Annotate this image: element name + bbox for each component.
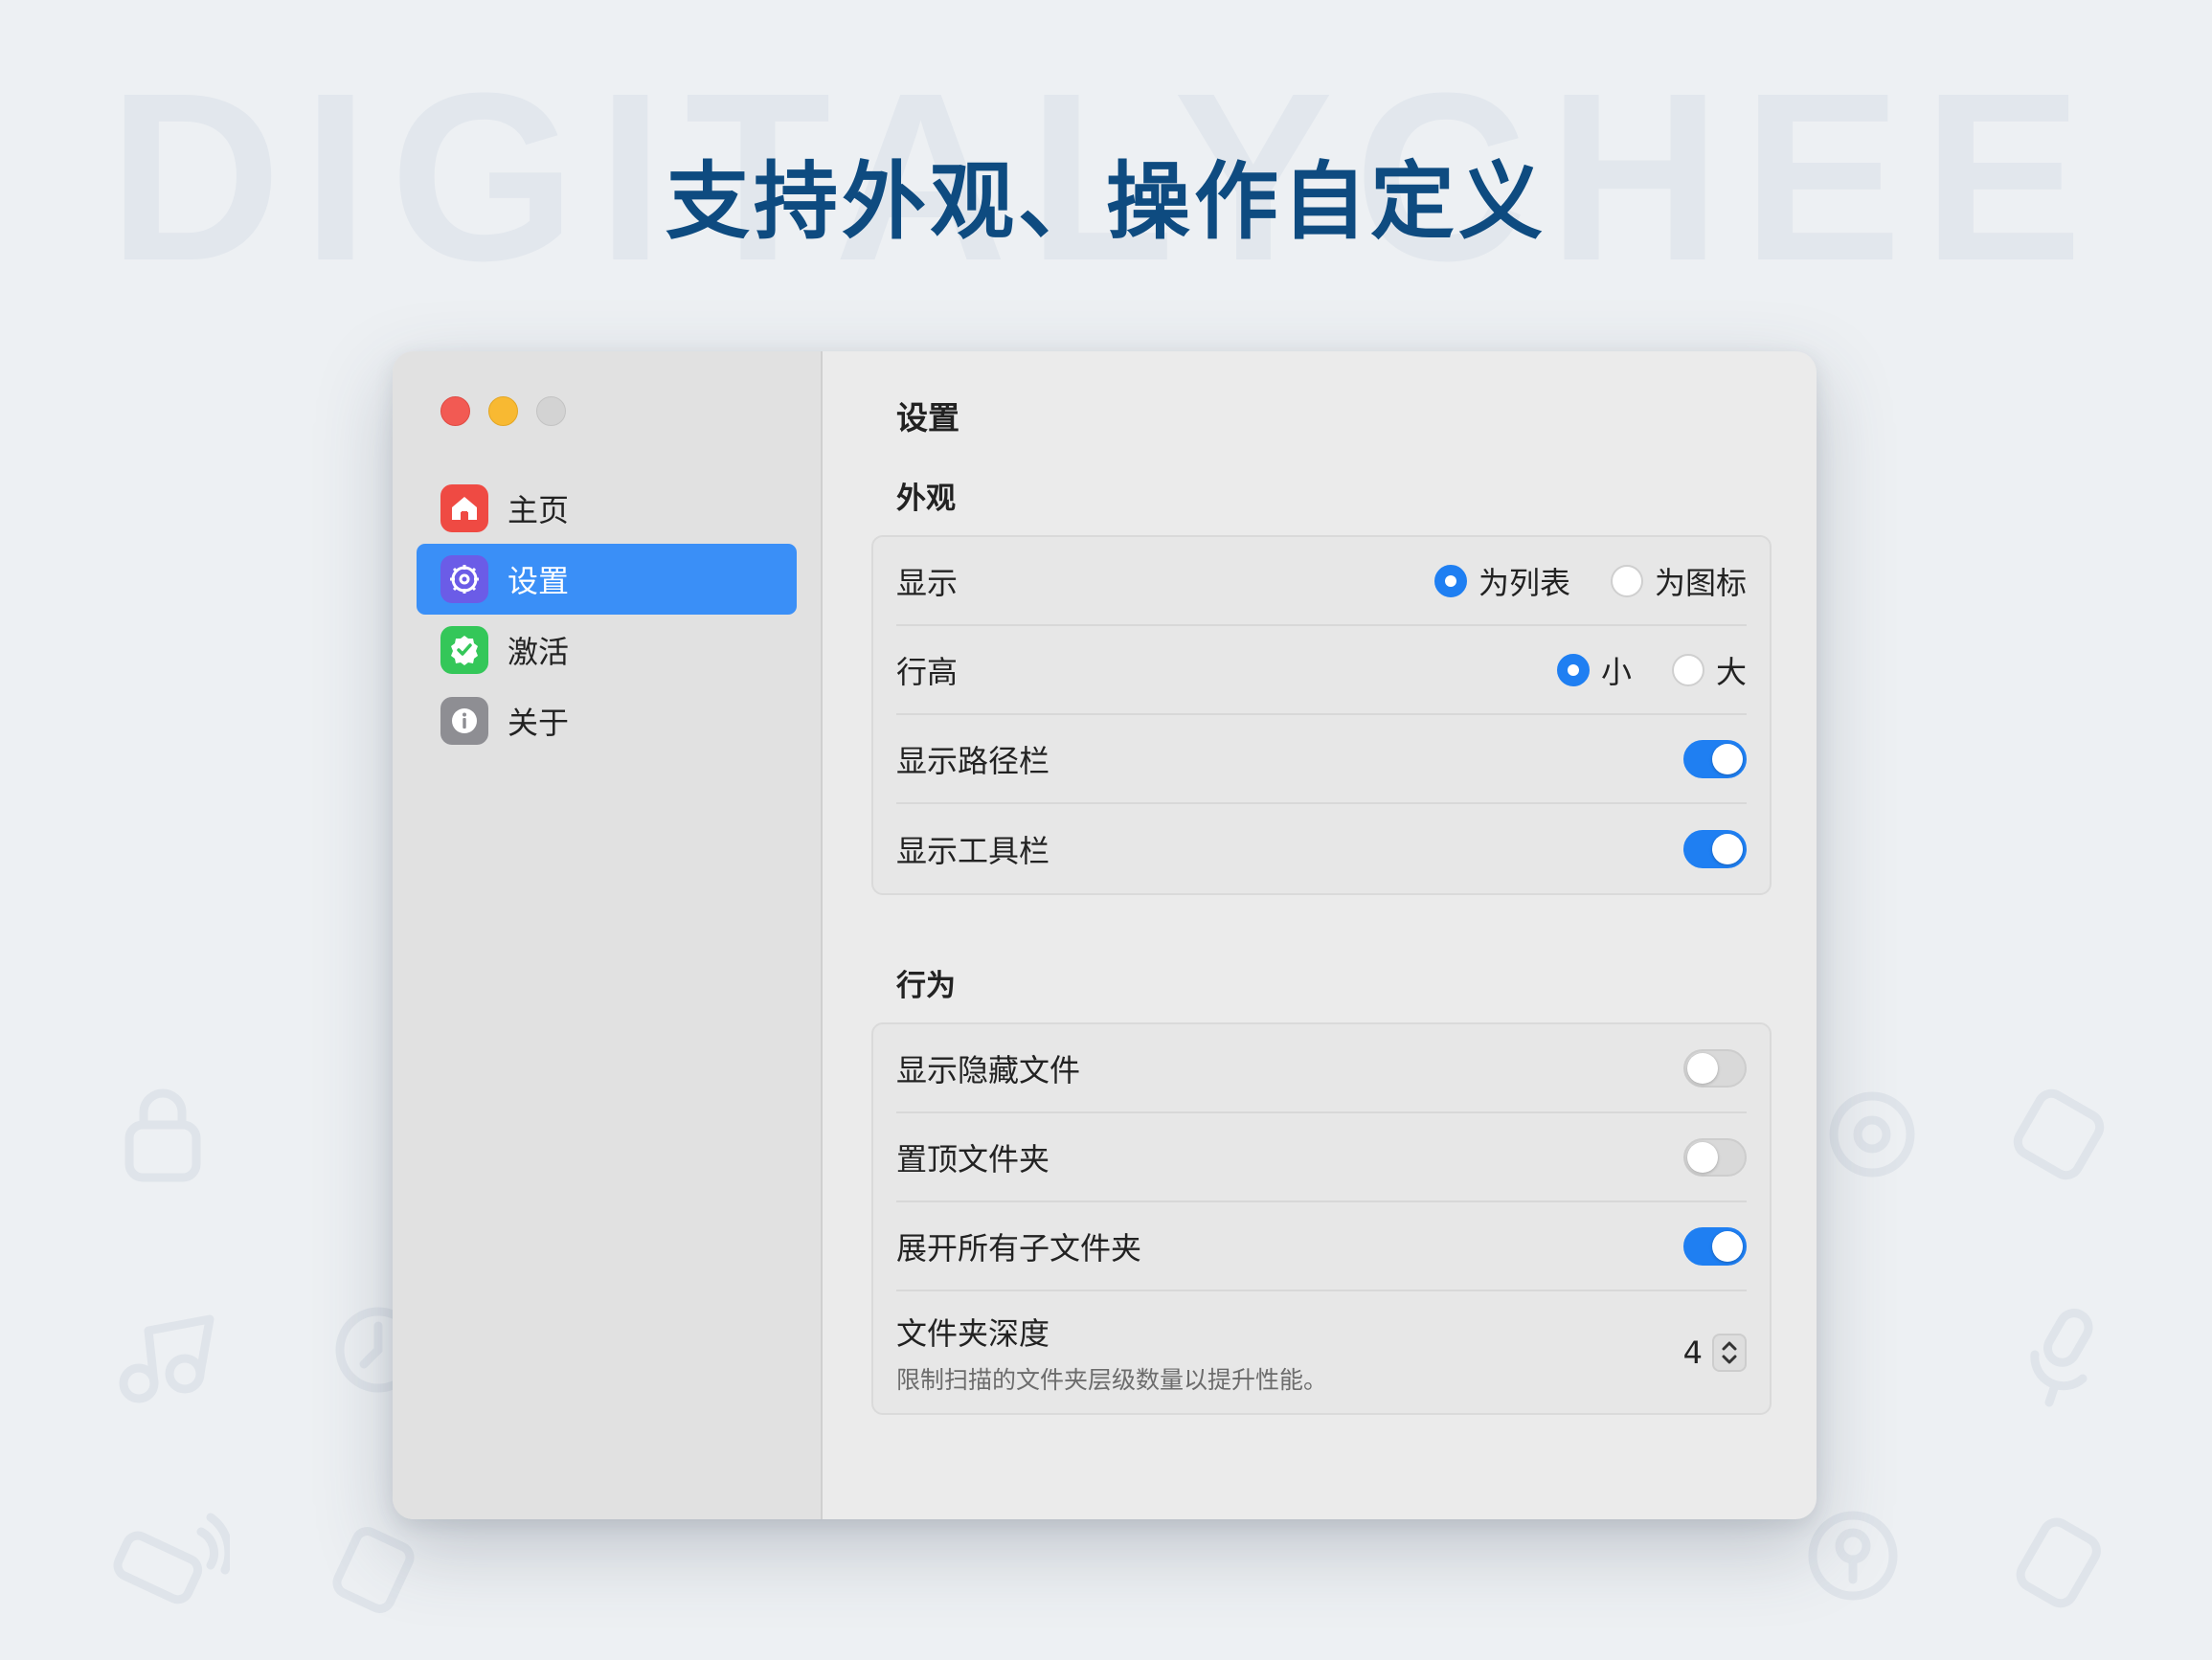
toggle-knob xyxy=(1712,833,1743,864)
pin-folders-top-label: 置顶文件夹 xyxy=(896,1140,1050,1178)
display-row: 显示 为列表 为图标 xyxy=(896,537,1747,626)
settings-window: 主页 设置 激活 关于 设置 外观 显示 为列表 为图标 行高 小 大 显示路径… xyxy=(393,351,1817,1519)
sidebar-item-settings[interactable]: 设置 xyxy=(417,544,797,615)
show-path-bar-row: 显示路径栏 xyxy=(896,715,1747,804)
radio-label: 为图标 xyxy=(1654,564,1747,601)
radio-label: 为列表 xyxy=(1478,564,1570,601)
show-path-bar-toggle[interactable] xyxy=(1683,739,1747,778)
window-controls xyxy=(440,396,566,426)
sidebar-item-about[interactable]: 关于 xyxy=(417,685,797,756)
row-height-radio-group: 小 大 xyxy=(1517,648,1747,692)
appearance-group: 显示 为列表 为图标 行高 小 大 显示路径栏 显示工具栏 xyxy=(871,535,1772,895)
show-toolbar-label: 显示工具栏 xyxy=(896,832,1050,869)
section-title-appearance: 外观 xyxy=(896,482,956,516)
show-hidden-files-row: 显示隐藏文件 xyxy=(896,1024,1747,1113)
disc-icon xyxy=(1829,1091,1915,1178)
toggle-knob xyxy=(1687,1141,1718,1173)
display-as-list-radio[interactable]: 为列表 xyxy=(1433,559,1570,603)
radio-label: 小 xyxy=(1600,653,1632,690)
usb-drive-icon xyxy=(332,1527,415,1613)
zoom-button[interactable] xyxy=(536,396,566,426)
row-height-small-radio[interactable]: 小 xyxy=(1556,648,1632,692)
checkmark-seal-icon xyxy=(440,626,488,674)
pin-folders-top-toggle[interactable] xyxy=(1683,1137,1747,1177)
close-button[interactable] xyxy=(440,396,470,426)
show-hidden-files-label: 显示隐藏文件 xyxy=(896,1051,1081,1088)
radio-indicator xyxy=(1671,653,1704,686)
folder-depth-row: 文件夹深度 限制扫描的文件夹层级数量以提升性能。 4 xyxy=(896,1291,1747,1413)
expand-all-subfolders-label: 展开所有子文件夹 xyxy=(896,1229,1142,1267)
sidebar-nav: 主页 设置 激活 关于 xyxy=(417,473,797,756)
display-label: 显示 xyxy=(896,564,959,601)
row-height-label: 行高 xyxy=(896,653,959,690)
radio-indicator xyxy=(1610,564,1643,597)
sidebar: 主页 设置 激活 关于 xyxy=(393,351,823,1519)
show-toolbar-row: 显示工具栏 xyxy=(896,804,1747,893)
sidebar-item-label: 关于 xyxy=(508,705,570,741)
row-height-large-radio[interactable]: 大 xyxy=(1671,648,1747,692)
show-hidden-files-toggle[interactable] xyxy=(1683,1048,1747,1088)
row-height-row: 行高 小 大 xyxy=(896,626,1747,715)
expand-all-subfolders-row: 展开所有子文件夹 xyxy=(896,1202,1747,1291)
sidebar-item-home[interactable]: 主页 xyxy=(417,473,797,544)
sidebar-item-label: 主页 xyxy=(508,492,570,528)
radio-selected-indicator xyxy=(1433,564,1467,597)
settings-content: 设置 外观 显示 为列表 为图标 行高 小 大 显示路径栏 显示工具栏 行为 显… xyxy=(823,351,1817,1519)
show-toolbar-toggle[interactable] xyxy=(1683,829,1747,868)
sidebar-item-label: 设置 xyxy=(508,563,570,599)
section-title-behavior: 行为 xyxy=(896,969,956,1003)
radio-label: 大 xyxy=(1715,653,1747,690)
folder-depth-value: 4 xyxy=(1682,1334,1703,1371)
folder-depth-label: 文件夹深度 xyxy=(896,1314,1050,1352)
router-icon xyxy=(113,1513,230,1604)
chevron-up-down-icon xyxy=(1722,1341,1737,1363)
minimize-button[interactable] xyxy=(488,396,518,426)
show-path-bar-label: 显示路径栏 xyxy=(896,742,1050,779)
toggle-knob xyxy=(1687,1052,1718,1084)
page-title: 设置 xyxy=(896,399,959,437)
folder-depth-text: 文件夹深度 限制扫描的文件夹层级数量以提升性能。 xyxy=(896,1310,1327,1396)
stepper-up-down-button[interactable] xyxy=(1712,1333,1747,1372)
headline: 支持外观、操作自定义 xyxy=(665,152,1546,251)
music-note-icon xyxy=(119,1314,214,1403)
info-icon xyxy=(440,697,488,745)
gear-icon xyxy=(440,555,488,603)
toggle-knob xyxy=(1712,743,1743,774)
display-as-icons-radio[interactable]: 为图标 xyxy=(1610,559,1747,603)
microphone-icon xyxy=(2030,1309,2093,1407)
toggle-knob xyxy=(1712,1230,1743,1262)
lock-icon xyxy=(124,1088,201,1182)
pin-folders-top-row: 置顶文件夹 xyxy=(896,1113,1747,1202)
folder-depth-description: 限制扫描的文件夹层级数量以提升性能。 xyxy=(896,1365,1328,1394)
behavior-group: 显示隐藏文件 置顶文件夹 展开所有子文件夹 文件夹深度 限制扫描的文件夹层级数量… xyxy=(871,1022,1772,1415)
display-radio-group: 为列表 为图标 xyxy=(1394,559,1747,603)
floppy-icon xyxy=(2013,1088,2105,1180)
sidebar-item-activation[interactable]: 激活 xyxy=(417,615,797,685)
drive-icon xyxy=(2016,1517,2101,1608)
expand-all-subfolders-toggle[interactable] xyxy=(1683,1226,1747,1266)
folder-depth-stepper: 4 xyxy=(1682,1333,1747,1372)
sidebar-item-label: 激活 xyxy=(508,634,570,670)
house-icon xyxy=(440,484,488,532)
radio-selected-indicator xyxy=(1556,653,1590,686)
